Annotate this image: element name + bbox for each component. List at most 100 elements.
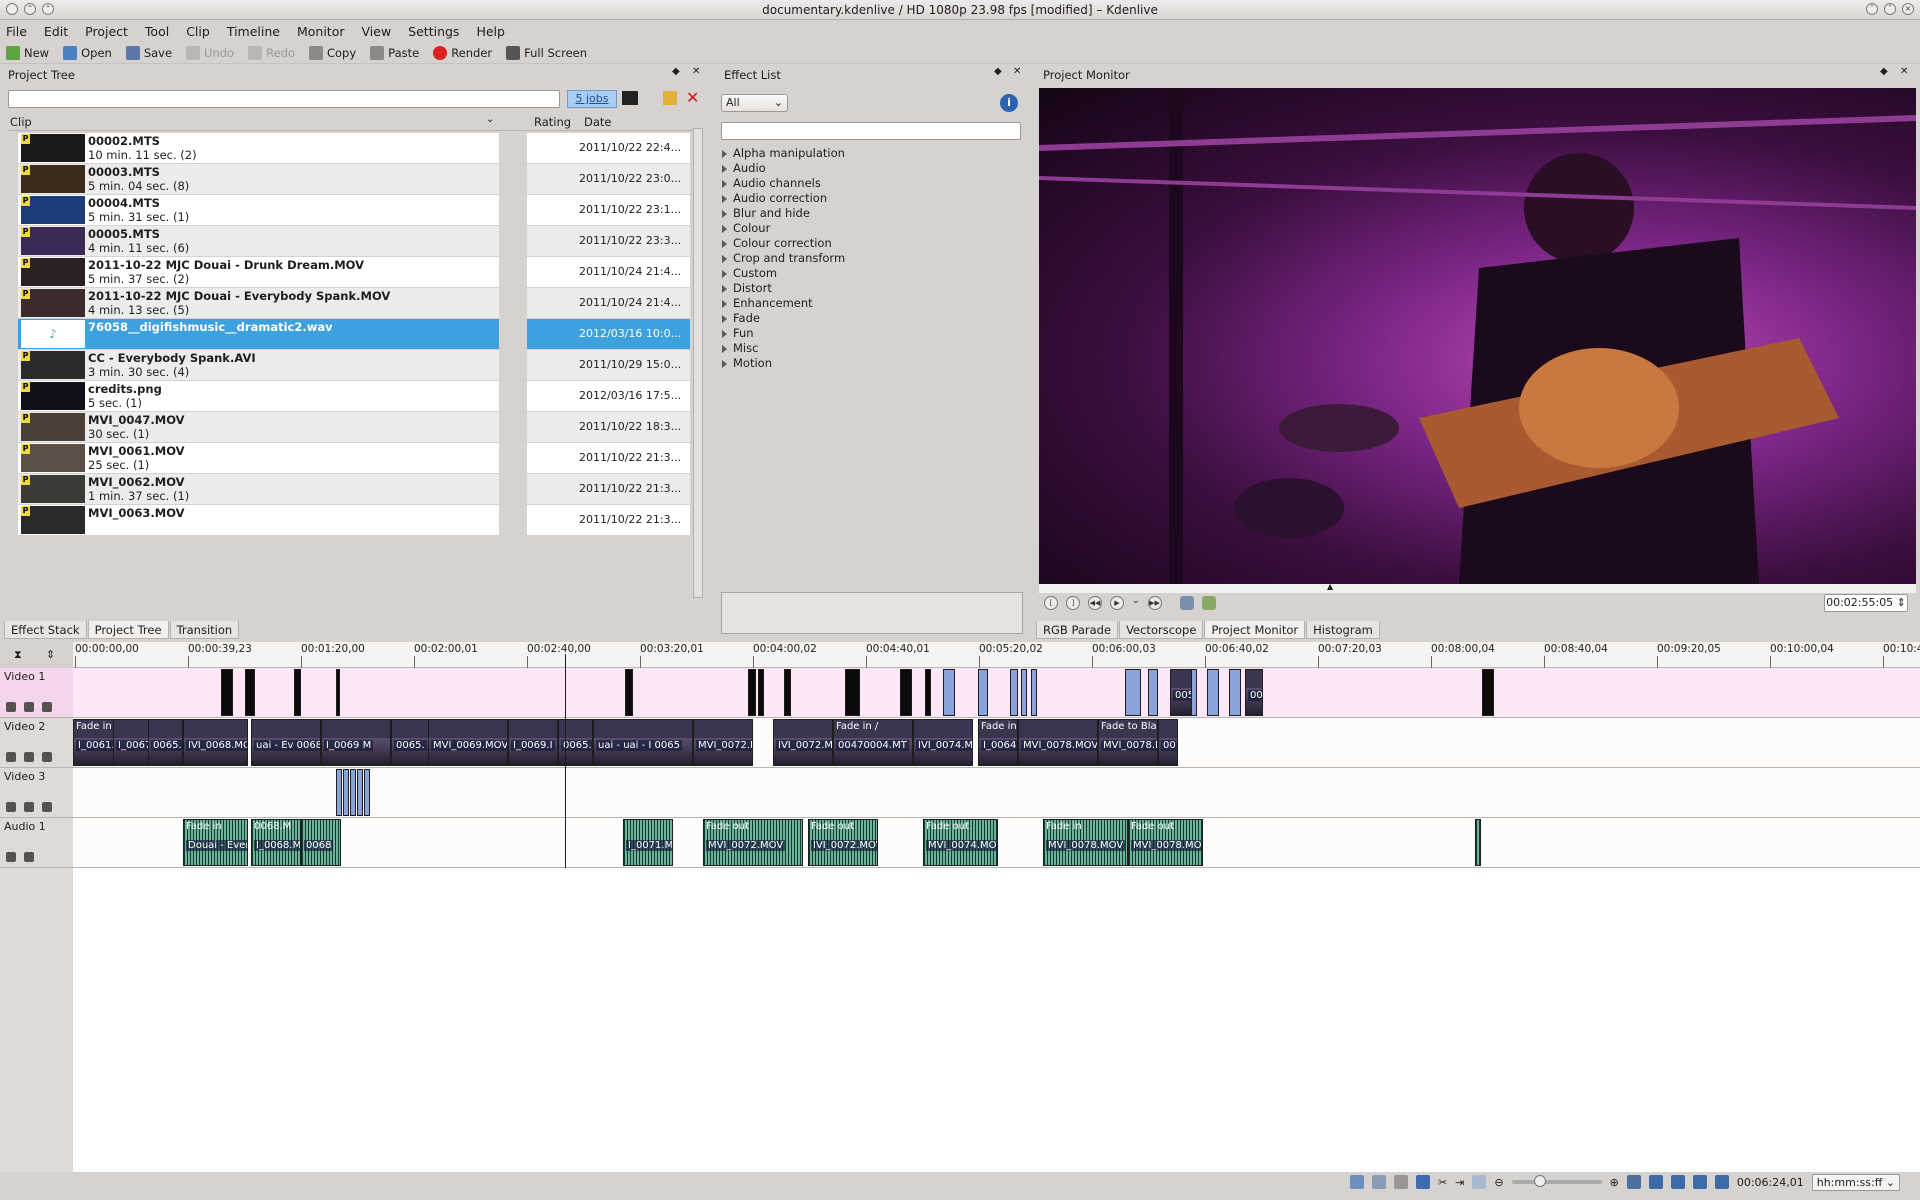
timeline-clip[interactable]: 0078 xyxy=(1158,719,1178,766)
overwrite-icon[interactable] xyxy=(1692,1175,1707,1189)
timeline-clip[interactable] xyxy=(1031,669,1037,716)
clip-row[interactable]: P 00005.MTS 4 min. 11 sec. (6) 2011/10/22 2… xyxy=(18,226,690,257)
lock-icon[interactable] xyxy=(6,702,16,712)
timeline-playhead[interactable] xyxy=(565,654,566,868)
timeline-clip[interactable] xyxy=(625,669,633,716)
selection-tool-icon[interactable] xyxy=(1415,1175,1430,1189)
timeline-clip[interactable] xyxy=(357,769,363,816)
info-icon[interactable]: i xyxy=(1000,94,1018,112)
timeline-clip[interactable]: uai - uai - I 0065 xyxy=(593,719,693,766)
date-column-header[interactable]: Date xyxy=(584,115,612,129)
timeline-clip[interactable]: uai - Ev 0068 xyxy=(251,719,321,766)
effect-category[interactable]: Crop and transform xyxy=(721,251,845,266)
video-thumbnails-icon[interactable] xyxy=(1349,1175,1364,1189)
timeline-clip[interactable]: Fade out MVI_0074.MOV xyxy=(923,819,998,866)
effect-category[interactable]: Audio channels xyxy=(721,176,845,191)
zoom-slider-handle[interactable] xyxy=(1533,1175,1546,1187)
timeline-clip[interactable] xyxy=(1207,669,1219,716)
tab-project-monitor[interactable]: Project Monitor xyxy=(1204,621,1306,639)
shade-icon[interactable]: ⌃ xyxy=(42,3,54,15)
split-audio-icon[interactable] xyxy=(1626,1175,1641,1189)
effect-category[interactable]: Fade xyxy=(721,311,845,326)
menu-tool[interactable]: Tool xyxy=(145,24,169,39)
menu-view[interactable]: View xyxy=(362,24,392,39)
lock-icon[interactable] xyxy=(6,852,16,862)
clip-row[interactable]: P MVI_0063.MOV 2011/10/22 21:3... xyxy=(18,505,690,536)
timeline-clip[interactable]: MVI_0072.MOV xyxy=(693,719,753,766)
timeline-clip[interactable]: MVI_0069.MOV xyxy=(428,719,508,766)
lock-icon[interactable] xyxy=(6,752,16,762)
fit-zoom-icon[interactable]: ⧗ xyxy=(14,648,22,662)
copy-button[interactable]: Copy xyxy=(308,45,356,60)
effect-category[interactable]: Misc xyxy=(721,341,845,356)
render-button[interactable]: Render xyxy=(433,45,492,60)
timeline-clip[interactable]: 005.N xyxy=(1245,669,1263,716)
jobs-button[interactable]: 5 jobs xyxy=(567,90,617,108)
clip-row[interactable]: ♪ 76058__digifishmusic__dramatic2.wav 2012… xyxy=(18,319,690,350)
float-icon[interactable]: ◆ xyxy=(994,66,1002,77)
thumbnails-icon[interactable] xyxy=(42,702,52,712)
monitor-ruler[interactable]: ▲ xyxy=(1039,582,1916,593)
clip-row[interactable]: P 00003.MTS 5 min. 04 sec. (8) 2011/10/22 2… xyxy=(18,164,690,195)
play-icon[interactable]: ▶ xyxy=(1110,596,1124,610)
effect-category[interactable]: Audio xyxy=(721,161,845,176)
menu-settings[interactable]: Settings xyxy=(408,24,459,39)
timeline-clip[interactable] xyxy=(1482,669,1494,716)
mute-icon[interactable] xyxy=(24,802,34,812)
timeline-clip[interactable] xyxy=(364,769,370,816)
clip-column-header[interactable]: Clip xyxy=(10,115,32,129)
timeline-clip[interactable]: I_0069.I xyxy=(508,719,558,766)
clip-row[interactable]: P MVI_0061.MOV 25 sec. (1) 2011/10/22 21:3.… xyxy=(18,443,690,474)
spacer-tool-icon[interactable]: ⇥ xyxy=(1455,1176,1464,1189)
timeline-clip[interactable] xyxy=(925,669,931,716)
timeline-clip[interactable]: IVI_0072.MOV xyxy=(773,719,833,766)
forward-icon[interactable]: ▶▶ xyxy=(1147,596,1162,610)
track-audio-1[interactable]: Fade in Douai - Ever 0068.M I_0068.M 0068 I_0… xyxy=(73,818,1920,868)
effect-category[interactable]: Audio correction xyxy=(721,191,845,206)
monitor-timecode-field[interactable]: 00:02:55:05 ⇕ xyxy=(1824,594,1908,612)
new-button[interactable]: New xyxy=(6,45,49,60)
menu-clip[interactable]: Clip xyxy=(186,24,210,39)
timeline-clip[interactable]: Fade to Black MVI_0078.MO xyxy=(1098,719,1158,766)
timeline-clip[interactable] xyxy=(1010,669,1018,716)
zoom-in-icon[interactable]: ⊕ xyxy=(1610,1176,1619,1189)
thumbnails-icon[interactable] xyxy=(42,752,52,762)
timeline-clip[interactable]: 005.N xyxy=(1170,669,1192,716)
clip-row[interactable]: P 2011-10-22 MJC Douai - Everybody Spank.… xyxy=(18,288,690,319)
close-panel-icon[interactable]: ✕ xyxy=(1013,66,1021,77)
show-markers-icon[interactable] xyxy=(1393,1175,1408,1189)
close-panel-icon[interactable]: ✕ xyxy=(1900,66,1908,77)
timeline-clip[interactable]: I_0069 M xyxy=(321,719,391,766)
timeline-clip[interactable] xyxy=(943,669,955,716)
effect-category[interactable]: Custom xyxy=(721,266,845,281)
tab-vectorscope[interactable]: Vectorscope xyxy=(1119,621,1204,639)
timeline-empty-area[interactable] xyxy=(73,868,1920,1172)
clip-row[interactable]: P 00002.MTS 10 min. 11 sec. (2) 2011/10/22 … xyxy=(18,133,690,164)
timeline-clip[interactable] xyxy=(1148,669,1158,716)
zoom-slider[interactable] xyxy=(1511,1175,1602,1187)
effect-category[interactable]: Fun xyxy=(721,326,845,341)
keep-above-icon[interactable]: ⌃ xyxy=(24,3,36,15)
timeline-clip[interactable] xyxy=(978,669,988,716)
float-icon[interactable]: ◆ xyxy=(672,66,680,77)
timeline-clip[interactable] xyxy=(1229,669,1241,716)
timeline-clip[interactable] xyxy=(1125,669,1141,716)
razor-tool-icon[interactable]: ✂ xyxy=(1438,1176,1447,1189)
effect-filter-select[interactable]: All ⌄ xyxy=(721,94,788,112)
mute-icon[interactable] xyxy=(24,852,34,862)
tab-histogram[interactable]: Histogram xyxy=(1306,621,1380,639)
set-zone-end-icon[interactable]: ] xyxy=(1066,596,1080,610)
edit-clip-icon[interactable] xyxy=(663,91,677,105)
timeline-clip[interactable] xyxy=(845,669,860,716)
timeline-clip[interactable]: Fade in / 00470004.MT xyxy=(833,719,913,766)
delete-clip-icon[interactable]: ✕ xyxy=(686,88,699,107)
timeline-clip[interactable]: IVI_0068.MO xyxy=(183,719,248,766)
clip-row[interactable]: P 00004.MTS 5 min. 31 sec. (1) 2011/10/22 2… xyxy=(18,195,690,226)
thumbnails-icon[interactable] xyxy=(42,802,52,812)
mute-icon[interactable] xyxy=(24,752,34,762)
timeline-clip[interactable]: 0068.M I_0068.M xyxy=(251,819,301,866)
timeline-clip[interactable] xyxy=(748,669,756,716)
timeline-clip[interactable]: Fade in Douai - Ever xyxy=(183,819,248,866)
effect-category[interactable]: Blur and hide xyxy=(721,206,845,221)
timeline-clip[interactable] xyxy=(1475,819,1481,866)
